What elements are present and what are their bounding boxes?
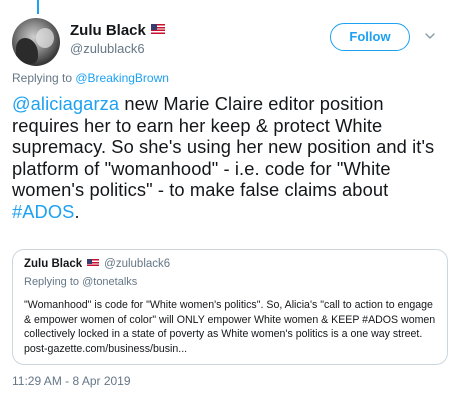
us-flag-icon	[150, 24, 165, 34]
replying-prefix: Replying to	[12, 71, 76, 85]
author-display-name[interactable]: Zulu Black	[70, 22, 146, 39]
quoted-tweet-card[interactable]: Zulu Black @zulublack6 Replying to @tonet…	[12, 249, 448, 365]
tweet-body-end: .	[74, 200, 80, 222]
hashtag-link[interactable]: #ADOS	[12, 201, 74, 222]
author-name-row[interactable]: Zulu Black	[70, 22, 165, 39]
quoted-author-handle: @zulublack6	[104, 258, 171, 270]
quoted-replying-prefix: Replying to	[24, 276, 83, 288]
thread-connector-line	[37, 0, 39, 14]
replying-target-link[interactable]: @BreakingBrown	[75, 71, 169, 85]
us-flag-icon	[87, 259, 100, 267]
quoted-replying-target: @tonetalks	[82, 276, 138, 288]
author-handle[interactable]: @zulublack6	[70, 41, 145, 56]
quoted-tweet-text: "Womanhood" is code for "White women's p…	[24, 299, 436, 355]
tweet-timestamp[interactable]: 11:29 AM - 8 Apr 2019	[12, 374, 131, 388]
quoted-author-name: Zulu Black	[24, 258, 83, 270]
quoted-replying-to: Replying to @tonetalks	[24, 276, 137, 288]
chevron-down-icon[interactable]	[424, 30, 436, 42]
tweet-text: @aliciagarza new Marie Claire editor pos…	[12, 93, 450, 222]
follow-button[interactable]: Follow	[330, 23, 410, 51]
mention-link[interactable]: @aliciagarza	[12, 93, 119, 114]
avatar[interactable]	[12, 18, 60, 66]
replying-to: Replying to @BreakingBrown	[12, 71, 169, 85]
quoted-author-row: Zulu Black @zulublack6	[24, 258, 170, 270]
